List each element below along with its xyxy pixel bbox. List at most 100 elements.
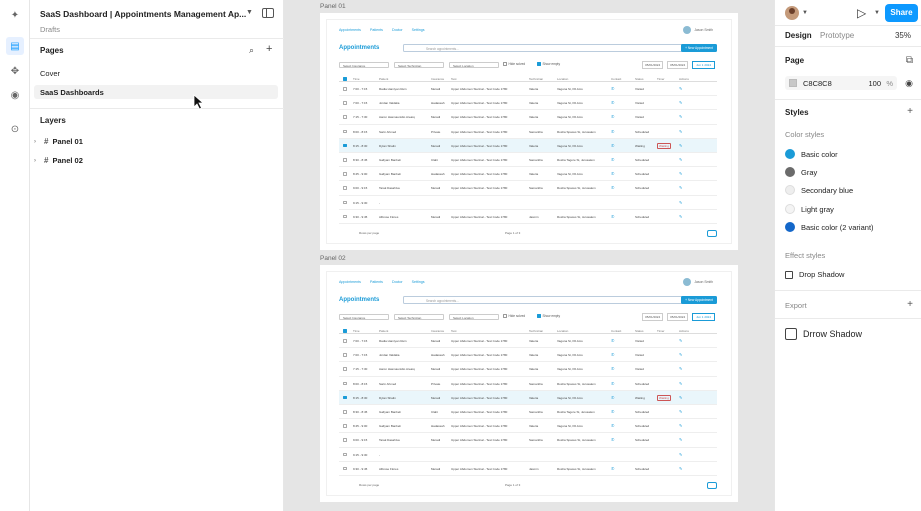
checkbox[interactable]: [343, 353, 347, 357]
mock-date-to[interactable]: 05/01/2024: [667, 61, 689, 69]
mock-user[interactable]: Jason Smith: [683, 278, 713, 286]
phone-icon[interactable]: ✆: [611, 129, 614, 134]
checkbox[interactable]: [503, 314, 507, 318]
phone-icon[interactable]: ✆: [611, 423, 614, 428]
checkbox[interactable]: [343, 87, 347, 91]
eye-icon[interactable]: ◉: [905, 78, 913, 89]
mock-nav-item[interactable]: Doctor: [392, 28, 403, 32]
layer-item-panel-01[interactable]: › # Panel 01: [34, 137, 83, 146]
edit-icon[interactable]: ✎: [679, 143, 682, 148]
chat-icon[interactable]: [707, 230, 717, 237]
checkbox[interactable]: [537, 62, 541, 66]
edit-icon[interactable]: ✎: [679, 352, 682, 357]
add-export-icon[interactable]: +: [907, 299, 913, 310]
edit-icon[interactable]: ✎: [679, 395, 682, 400]
checkbox[interactable]: [343, 200, 347, 205]
avatar[interactable]: [785, 6, 799, 20]
table-row[interactable]: 7:15 - 7:30 Aaron Hasmaunidio Areaiq Merad…: [339, 362, 717, 377]
frame-panel-01[interactable]: Appointments Patients Doctor Settings Jason …: [320, 13, 738, 250]
checkbox[interactable]: [343, 143, 347, 148]
mock-date-from[interactable]: 05/01/2024: [642, 61, 664, 69]
tab-design[interactable]: Design: [785, 31, 812, 40]
edit-icon[interactable]: ✎: [679, 409, 682, 414]
table-row[interactable]: 9:15 - 9:30 - ✎: [339, 196, 717, 210]
add-style-icon[interactable]: +: [907, 106, 913, 117]
mock-nav-item[interactable]: Appointments: [339, 28, 361, 32]
checkbox[interactable]: [343, 172, 347, 176]
mock-user[interactable]: Jason Smith: [683, 26, 713, 34]
checkbox[interactable]: [343, 339, 347, 343]
mock-today-button[interactable]: Jun 1 2024: [692, 61, 715, 69]
chevron-right-icon[interactable]: ›: [34, 139, 40, 145]
checkbox[interactable]: [343, 409, 347, 414]
chevron-down-icon[interactable]: ▼: [246, 9, 253, 16]
page-fill-field[interactable]: C8C8C8 100 %: [785, 76, 897, 90]
table-row[interactable]: 8:30 - 8:45 Gallyam Banbeli Clalit Upper Ab…: [339, 153, 717, 168]
table-row[interactable]: 7:00 - 7:15 Radia Hamiyan Rein Meradi Upper…: [339, 82, 717, 97]
add-page-icon[interactable]: +: [266, 43, 272, 55]
checkbox[interactable]: [537, 314, 541, 318]
file-title[interactable]: SaaS Dashboard | Appointments Management…: [40, 9, 246, 19]
mock-new-button[interactable]: + New Appointment: [681, 44, 717, 52]
edit-icon[interactable]: ✎: [679, 466, 682, 471]
mock-hide-checkbox[interactable]: Hide solved: [503, 62, 525, 66]
plugins-icon[interactable]: ⊙: [8, 122, 22, 136]
phone-icon[interactable]: ✆: [611, 466, 614, 471]
mock-filter-select[interactable]: Select Location: [449, 314, 499, 320]
phone-icon[interactable]: ✆: [611, 100, 614, 105]
table-row[interactable]: 9:15 - 9:30 - ✎: [339, 448, 717, 462]
mock-nav-item[interactable]: Patients: [370, 280, 383, 284]
edit-icon[interactable]: ✎: [679, 185, 682, 190]
edit-icon[interactable]: ✎: [679, 214, 682, 219]
checkbox[interactable]: [343, 395, 347, 400]
mock-filter-select[interactable]: Select Insurance: [339, 314, 389, 320]
file-location[interactable]: Drafts: [40, 25, 60, 34]
checkbox[interactable]: [343, 424, 347, 428]
checkbox[interactable]: [343, 186, 347, 190]
mock-filter-select[interactable]: Select Technician: [394, 314, 444, 320]
checkbox[interactable]: [343, 214, 347, 219]
phone-icon[interactable]: ✆: [611, 157, 614, 162]
chat-icon[interactable]: [707, 482, 717, 489]
drop-shadow-item[interactable]: Drrow Shadow: [785, 328, 862, 340]
sidebar-toggle-icon[interactable]: [262, 8, 274, 18]
edit-icon[interactable]: ✎: [679, 423, 682, 428]
table-row[interactable]: 8:00 - 8:15 Sarin Ahmed Private Upper Abdom…: [339, 377, 717, 391]
checkbox[interactable]: [343, 466, 347, 471]
mock-nav-item[interactable]: Doctor: [392, 280, 403, 284]
edit-icon[interactable]: ✎: [679, 86, 682, 91]
frame-label[interactable]: Panel 01: [320, 3, 346, 10]
frame-panel-02[interactable]: Appointments Patients Doctor Settings Jason …: [320, 265, 738, 502]
table-row[interactable]: 8:15 - 8:30 Dylan Shalin Meradi Upper Abdom…: [339, 138, 717, 153]
mock-pager-mid[interactable]: Page 1 of 3: [505, 483, 520, 487]
share-button[interactable]: Share: [885, 4, 918, 22]
phone-icon[interactable]: ✆: [611, 381, 614, 386]
mock-nav-item[interactable]: Settings: [412, 280, 425, 284]
zoom-level[interactable]: 35%: [895, 31, 911, 40]
phone-icon[interactable]: ✆: [611, 143, 614, 148]
table-row[interactable]: 7:00 - 7:15 Jordan Valdalia Hadassah Upper …: [339, 96, 717, 111]
search-icon[interactable]: ⌕: [249, 45, 254, 56]
tab-prototype[interactable]: Prototype: [820, 31, 854, 40]
table-row[interactable]: 7:00 - 7:15 Jordan Valdalia Hadassah Upper …: [339, 348, 717, 363]
file-pages-icon[interactable]: ▤: [6, 37, 24, 55]
table-row[interactable]: 7:15 - 7:30 Aaron Hasmaunidio Areaiq Merad…: [339, 110, 717, 125]
mock-date-to[interactable]: 05/01/2024: [667, 313, 689, 321]
figma-menu-icon[interactable]: ✦: [8, 8, 22, 22]
phone-icon[interactable]: ✆: [611, 214, 614, 219]
edit-icon[interactable]: ✎: [679, 171, 682, 176]
play-circle-icon[interactable]: ◉: [8, 88, 22, 102]
color-style-gray[interactable]: Gray: [785, 167, 817, 177]
phone-icon[interactable]: ✆: [611, 86, 614, 91]
table-row[interactable]: 8:45 - 9:00 Gallyam Banbeli Hadassah Upper …: [339, 419, 717, 434]
phone-icon[interactable]: ✆: [611, 185, 614, 190]
table-row[interactable]: 8:00 - 8:15 Sarin Ahmed Private Upper Abdom…: [339, 125, 717, 139]
mock-nav-item[interactable]: Appointments: [339, 280, 361, 284]
mock-show-checkbox[interactable]: Show empty: [537, 314, 560, 318]
checkbox[interactable]: [343, 115, 347, 119]
phone-icon[interactable]: ✆: [611, 352, 614, 357]
mock-filter-select[interactable]: Select Technician: [394, 62, 444, 68]
chevron-down-icon[interactable]: ▼: [874, 10, 880, 16]
mock-filter-select[interactable]: Select Location: [449, 62, 499, 68]
phone-icon[interactable]: ✆: [611, 409, 614, 414]
